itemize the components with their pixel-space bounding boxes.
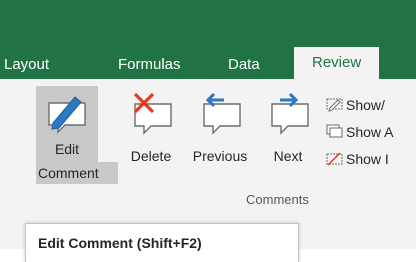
tab-layout[interactable]: Layout — [0, 55, 53, 79]
delete-label: Delete — [130, 148, 172, 164]
edit-comment-icon — [48, 96, 86, 134]
previous-comment-icon — [203, 92, 241, 135]
show-all-comments-label: Show A — [346, 124, 394, 140]
edit-label-line2: Comment — [38, 165, 99, 181]
next-label: Next — [273, 148, 303, 164]
title-bar — [0, 0, 416, 47]
next-comment-button[interactable]: Next — [262, 86, 314, 164]
previous-comment-button[interactable]: Previous — [184, 86, 256, 164]
tab-review[interactable]: Review — [294, 47, 380, 79]
next-comment-icon — [271, 92, 309, 135]
edit-label-line1: Edit — [54, 141, 80, 157]
comments-group-label: Comments — [246, 192, 309, 207]
previous-label: Previous — [192, 148, 248, 164]
show-hide-comment-label: Show/ — [346, 97, 385, 113]
delete-comment-button[interactable]: Delete — [122, 86, 180, 164]
show-hide-comment-icon — [326, 98, 343, 112]
delete-comment-icon — [133, 92, 172, 135]
show-all-comments-icon — [326, 124, 343, 138]
show-ink-label: Show I — [346, 151, 389, 167]
tooltip: Edit Comment (Shift+F2) — [25, 223, 299, 262]
tooltip-title: Edit Comment (Shift+F2) — [38, 235, 202, 251]
tab-formulas[interactable]: Formulas — [114, 55, 185, 79]
show-ink-icon — [326, 152, 343, 166]
tab-data[interactable]: Data — [224, 55, 264, 79]
